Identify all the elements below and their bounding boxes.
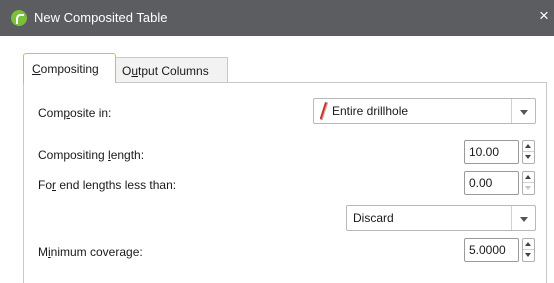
compositing-length-field[interactable]: 10.00 [464, 140, 519, 164]
increment-arrow-icon[interactable] [523, 172, 534, 183]
composite-in-label-prefix: Com [38, 106, 64, 120]
tab-output-columns[interactable]: Output Columns [116, 57, 228, 83]
composite-in-label: Composite in: [38, 106, 111, 120]
tab-compositing-mnemonic: C [32, 62, 41, 76]
title-bar: New Composited Table × [0, 0, 554, 36]
end-action-dropdown[interactable]: Discard [346, 205, 536, 231]
minimum-coverage-label-suffix: nimum coverage: [50, 245, 143, 259]
end-lengths-spinbox[interactable]: 0.00 [464, 171, 536, 195]
composite-in-value: Entire drillhole [332, 104, 409, 118]
end-lengths-label-suffix: end lengths less than: [56, 178, 177, 192]
end-action-value: Discard [353, 211, 394, 225]
tab-compositing[interactable]: Compositing [23, 53, 116, 83]
compositing-length-spinbox[interactable]: 10.00 [464, 140, 536, 164]
chevron-down-icon [511, 206, 535, 230]
minimum-coverage-field[interactable]: 5.0000 [464, 238, 519, 262]
leapfrog-logo-icon [11, 10, 27, 26]
increment-arrow-icon[interactable] [523, 141, 534, 152]
composite-in-dropdown[interactable]: Entire drillhole [313, 98, 536, 124]
tab-compositing-label: Compositing [32, 62, 99, 76]
compositing-length-label-suffix: ength: [110, 148, 145, 162]
end-lengths-label-prefix: Fo [38, 178, 53, 192]
tab-output-columns-prefix: O [122, 64, 132, 78]
end-lengths-field[interactable]: 0.00 [464, 171, 519, 195]
compositing-length-label: Compositing length: [38, 148, 144, 162]
compositing-length-value: 10.00 [469, 145, 500, 159]
end-lengths-value: 0.00 [469, 176, 493, 190]
tab-output-columns-rest: tput Columns [138, 64, 209, 78]
compositing-length-stepper[interactable] [522, 140, 535, 164]
drillhole-swatch-icon [320, 102, 328, 120]
composite-in-label-suffix: osite in: [70, 106, 112, 120]
window-title: New Composited Table [34, 10, 168, 25]
minimum-coverage-spinbox[interactable]: 5.0000 [464, 238, 536, 262]
minimum-coverage-label-prefix: M [38, 245, 48, 259]
decrement-arrow-icon[interactable] [523, 152, 534, 163]
end-lengths-stepper[interactable] [522, 171, 535, 195]
end-lengths-label: For end lengths less than: [38, 178, 176, 192]
close-icon[interactable]: × [539, 7, 549, 25]
increment-arrow-icon[interactable] [523, 239, 534, 250]
minimum-coverage-value: 5.0000 [469, 243, 506, 257]
decrement-arrow-icon[interactable] [523, 183, 534, 194]
compositing-length-label-prefix: Compositing [38, 148, 109, 162]
tab-compositing-rest: ompositing [40, 62, 99, 76]
tab-output-columns-label: Output Columns [122, 64, 209, 78]
minimum-coverage-label: Minimum coverage: [38, 245, 143, 259]
minimum-coverage-stepper[interactable] [522, 238, 535, 262]
chevron-down-icon [511, 99, 535, 123]
decrement-arrow-icon[interactable] [523, 250, 534, 261]
